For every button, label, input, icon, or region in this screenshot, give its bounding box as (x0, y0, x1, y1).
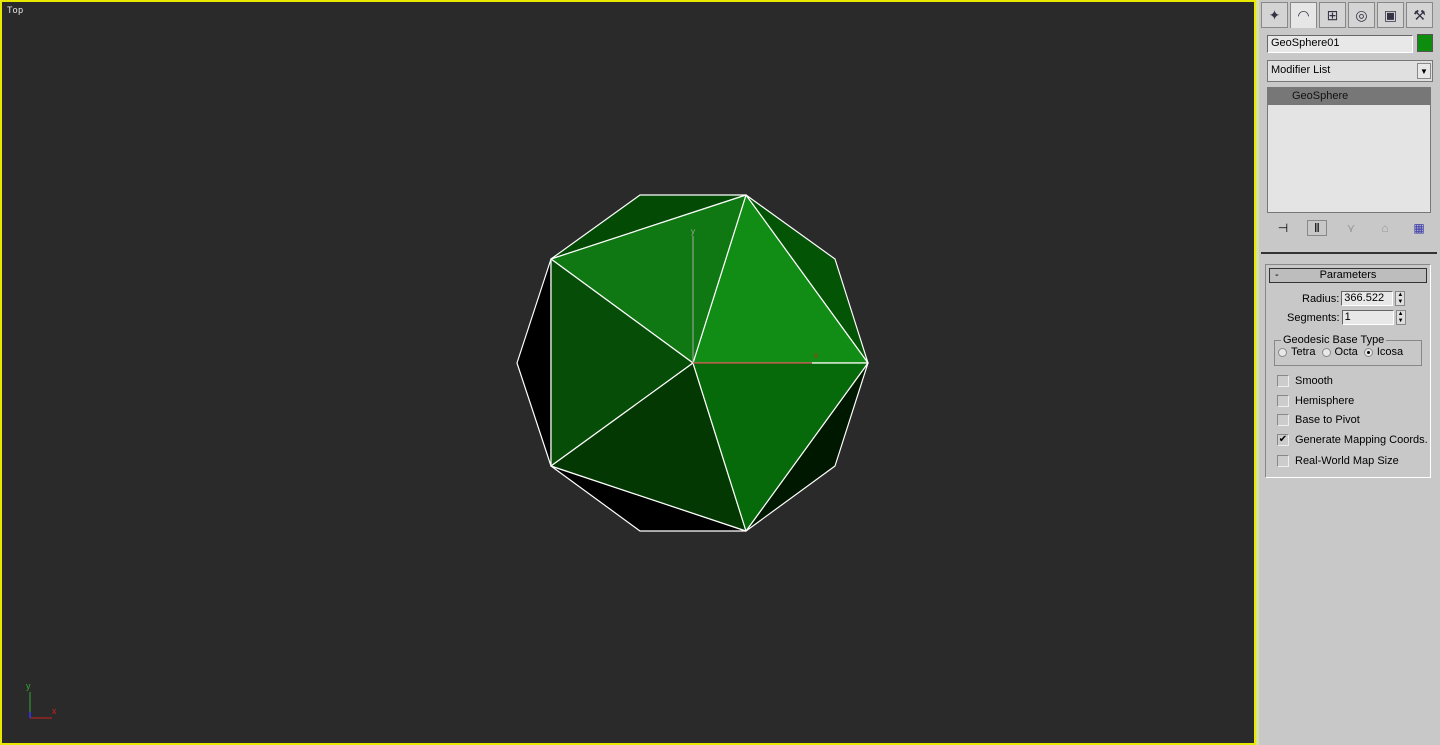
generate-mapping-coords-checkbox[interactable]: ✔ Generate Mapping Coords. (1277, 434, 1428, 446)
viewport-label[interactable]: Top (7, 6, 23, 16)
world-axis-icon: y x (26, 681, 57, 719)
create-icon: ✦ (1268, 6, 1281, 23)
segments-input[interactable]: 1 (1341, 310, 1394, 325)
make-unique-icon[interactable]: ⋎ (1341, 221, 1361, 235)
parameters-rollout: - Parameters Radius: 366.522 ▲ ▼ Segments… (1265, 264, 1431, 478)
segments-spinner[interactable]: ▲ ▼ (1395, 310, 1406, 325)
motion-tab[interactable]: ◎ (1348, 2, 1375, 28)
pin-stack-icon[interactable]: ⊣ (1273, 221, 1293, 235)
radio-tetra[interactable]: Tetra (1278, 346, 1315, 358)
create-tab[interactable]: ✦ (1261, 2, 1288, 28)
display-icon: ▣ (1383, 6, 1398, 23)
smooth-checkbox[interactable]: Smooth (1277, 375, 1333, 387)
radius-label: Radius: (1302, 292, 1340, 305)
stack-item-geosphere[interactable]: GeoSphere (1268, 88, 1430, 105)
modify-tab[interactable]: ◠ (1290, 2, 1317, 28)
motion-icon: ◎ (1355, 6, 1368, 23)
parameters-rollout-header[interactable]: - Parameters (1269, 268, 1427, 283)
rollout-title: Parameters (1319, 269, 1377, 281)
svg-text:y: y (26, 681, 31, 691)
modifier-list-dropdown[interactable]: Modifier List ▼ (1267, 60, 1433, 82)
modifier-stack[interactable]: GeoSphere (1267, 87, 1431, 213)
radio-octa[interactable]: Octa (1321, 346, 1358, 358)
hierarchy-tab[interactable]: ⊞ (1319, 2, 1346, 28)
base-to-pivot-checkbox[interactable]: Base to Pivot (1277, 414, 1360, 426)
hierarchy-icon: ⊞ (1326, 6, 1339, 23)
modify-icon: ◠ (1297, 7, 1310, 23)
hemisphere-checkbox[interactable]: Hemisphere (1277, 395, 1354, 407)
utilities-tab[interactable]: ⚒ (1406, 2, 1433, 28)
radius-input[interactable]: 366.522 (1341, 291, 1394, 306)
svg-text:x: x (52, 706, 57, 716)
radius-spinner[interactable]: ▲ ▼ (1395, 291, 1406, 306)
real-world-map-size-checkbox[interactable]: Real-World Map Size (1277, 455, 1399, 467)
gizmo-y-label: y (691, 227, 695, 236)
configure-modifier-sets-icon[interactable]: ▦ (1409, 221, 1429, 235)
gizmo-x-label: x (814, 351, 818, 360)
object-name-input[interactable]: GeoSphere01 (1267, 35, 1413, 53)
utilities-icon: ⚒ (1413, 6, 1426, 23)
command-panel: ✦ ◠ ⊞ ◎ ▣ ⚒ GeoSphere01 Modifier List ▼ … (1256, 0, 1440, 745)
radio-icosa[interactable]: Icosa (1363, 346, 1403, 358)
geodesic-base-type-label: Geodesic Base Type (1283, 334, 1385, 346)
object-color-swatch[interactable] (1417, 34, 1433, 52)
divider (1261, 252, 1437, 254)
geosphere-mesh[interactable]: y x y x (0, 0, 1256, 745)
collapse-icon: - (1275, 269, 1279, 281)
show-end-result-icon[interactable]: Ⅱ (1307, 220, 1327, 236)
display-tab[interactable]: ▣ (1377, 2, 1404, 28)
remove-modifier-icon[interactable]: ⌂ (1375, 221, 1395, 235)
viewport-top[interactable]: y x y x Top (0, 0, 1256, 745)
chevron-down-icon[interactable]: ▼ (1417, 63, 1431, 79)
modifier-list-label: Modifier List (1271, 64, 1331, 76)
geodesic-base-type-group: Geodesic Base Type Tetra Octa Icosa (1274, 334, 1422, 366)
segments-label: Segments: (1287, 311, 1340, 324)
